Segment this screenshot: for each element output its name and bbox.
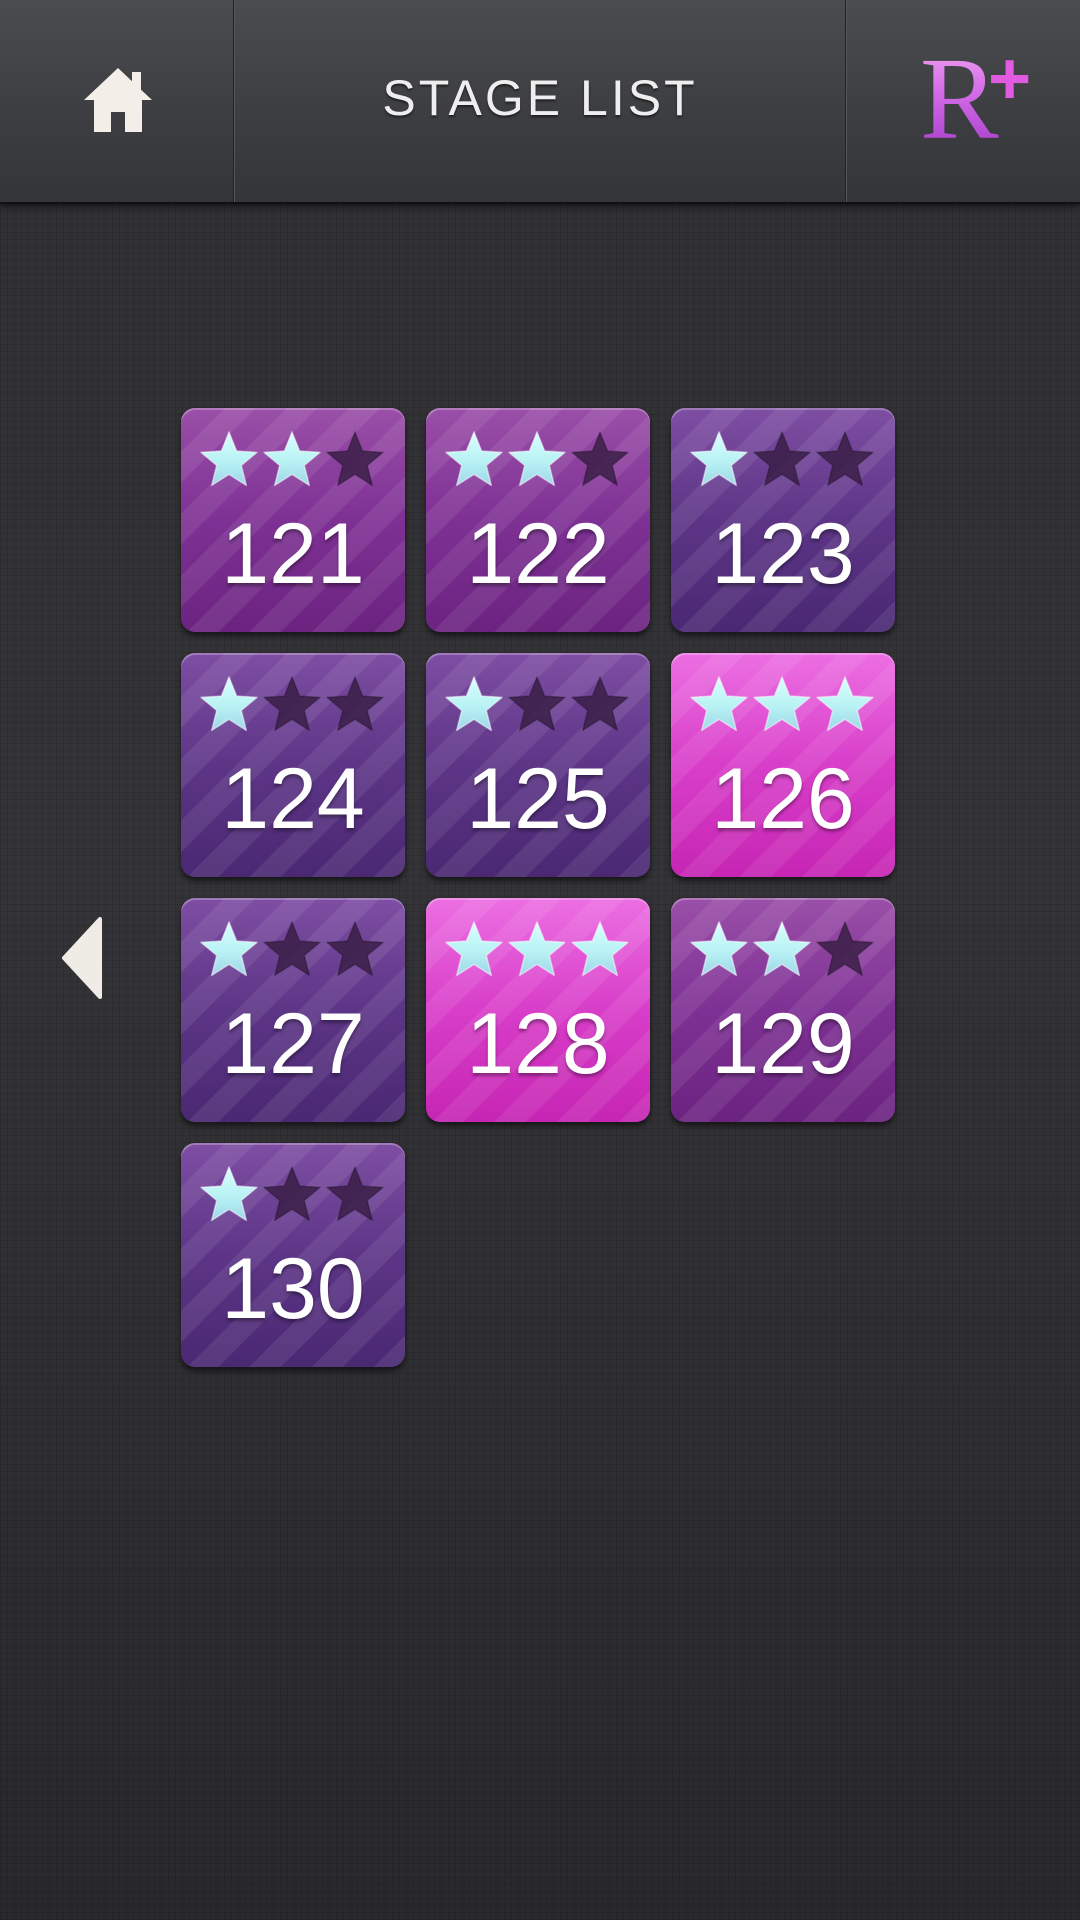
stage-tile[interactable]: 127 (181, 898, 405, 1122)
home-button[interactable] (0, 0, 233, 202)
stage-tile[interactable]: 129 (671, 898, 895, 1122)
stage-number: 127 (221, 996, 365, 1092)
stage-tile[interactable]: 124 (181, 653, 405, 877)
star-empty-icon (326, 431, 384, 487)
star-empty-icon (571, 676, 629, 732)
stage-number: 123 (711, 506, 855, 602)
stage-number: 129 (711, 996, 855, 1092)
star-filled-icon (508, 921, 566, 977)
stage-tile[interactable]: 126 (671, 653, 895, 877)
stage-tile[interactable]: 128 (426, 898, 650, 1122)
star-empty-icon (508, 676, 566, 732)
star-empty-icon (263, 1166, 321, 1222)
stage-stars (444, 430, 634, 490)
star-filled-icon (200, 676, 258, 732)
star-empty-icon (326, 1166, 384, 1222)
star-filled-icon (690, 921, 748, 977)
star-filled-icon (690, 431, 748, 487)
star-empty-icon (263, 921, 321, 977)
stage-number: 121 (221, 506, 365, 602)
stage-stars (444, 675, 634, 735)
star-filled-icon (200, 1166, 258, 1222)
stage-tile[interactable]: 122 (426, 408, 650, 632)
star-filled-icon (200, 921, 258, 977)
star-filled-icon (816, 676, 874, 732)
star-filled-icon (445, 676, 503, 732)
stage-stars (199, 675, 389, 735)
stage-number: 124 (221, 751, 365, 847)
title-section: STAGE LIST (235, 0, 845, 202)
star-empty-icon (816, 921, 874, 977)
stage-number: 125 (466, 751, 610, 847)
home-icon (84, 68, 152, 132)
stage-stars (199, 920, 389, 980)
stage-number: 126 (711, 751, 855, 847)
star-empty-icon (263, 676, 321, 732)
stage-number: 130 (221, 1241, 365, 1337)
stage-stars (689, 430, 879, 490)
star-filled-icon (263, 431, 321, 487)
stage-stars (199, 1165, 389, 1225)
stage-tile[interactable]: 123 (671, 408, 895, 632)
app-logo-plus: + (988, 37, 1032, 120)
stage-stars (689, 920, 879, 980)
stage-tile[interactable]: 130 (181, 1143, 405, 1367)
stage-tile[interactable]: 125 (426, 653, 650, 877)
star-filled-icon (690, 676, 748, 732)
app-logo-letter: R (920, 33, 999, 164)
star-empty-icon (753, 431, 811, 487)
stage-number: 128 (466, 996, 610, 1092)
star-filled-icon (200, 431, 258, 487)
stage-stars (444, 920, 634, 980)
star-filled-icon (571, 921, 629, 977)
top-bar: STAGE LIST R + (0, 0, 1080, 204)
stage-tile[interactable]: 121 (181, 408, 405, 632)
chevron-left-icon[interactable] (60, 917, 104, 999)
star-filled-icon (445, 921, 503, 977)
star-empty-icon (571, 431, 629, 487)
star-filled-icon (445, 431, 503, 487)
star-empty-icon (816, 431, 874, 487)
stage-number: 122 (466, 506, 610, 602)
star-empty-icon (326, 921, 384, 977)
page-title: STAGE LIST (382, 70, 698, 126)
stage-stars (689, 675, 879, 735)
stage-stars (199, 430, 389, 490)
star-filled-icon (753, 921, 811, 977)
star-filled-icon (753, 676, 811, 732)
star-filled-icon (508, 431, 566, 487)
star-empty-icon (326, 676, 384, 732)
